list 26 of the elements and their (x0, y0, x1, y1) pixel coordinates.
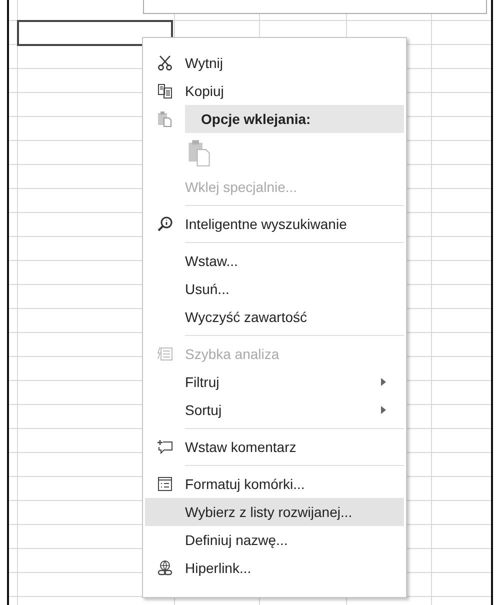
menu-item[interactable]: Wybierz z listy rozwijanej... (145, 498, 404, 526)
menu-item[interactable]: Kopiuj (145, 77, 404, 105)
menu-item[interactable]: Wstaw... (145, 247, 404, 275)
submenu-arrow-icon (381, 406, 386, 414)
search-icon (157, 216, 173, 232)
menu-item[interactable]: Inteligentne wyszukiwanie (145, 210, 404, 238)
hyperlink-icon (157, 560, 173, 576)
menu-item[interactable]: Formatuj komórki... (145, 470, 404, 498)
menu-item[interactable]: Definiuj nazwę... (145, 526, 404, 554)
comment-icon (157, 439, 173, 455)
menu-item[interactable]: Wstaw komentarz (145, 433, 404, 461)
paste-icon[interactable] (187, 139, 211, 167)
copy-icon (157, 83, 173, 99)
quick-analysis-icon (157, 346, 173, 362)
paste-icon (157, 111, 173, 127)
scissors-icon (157, 55, 173, 71)
menu-item[interactable]: Sortuj (145, 396, 404, 424)
menu-item[interactable]: Filtruj (145, 368, 404, 396)
submenu-arrow-icon (381, 378, 386, 386)
format-cells-icon (157, 476, 173, 492)
menu-item[interactable]: Usuń... (145, 275, 404, 303)
menu-item[interactable]: Wytnij (145, 49, 404, 77)
menu-item[interactable]: Wyczyść zawartość (145, 303, 404, 331)
selected-cell[interactable] (17, 20, 173, 46)
menu-item[interactable]: Hiperlink... (145, 554, 404, 582)
input-field[interactable] (143, 0, 487, 14)
